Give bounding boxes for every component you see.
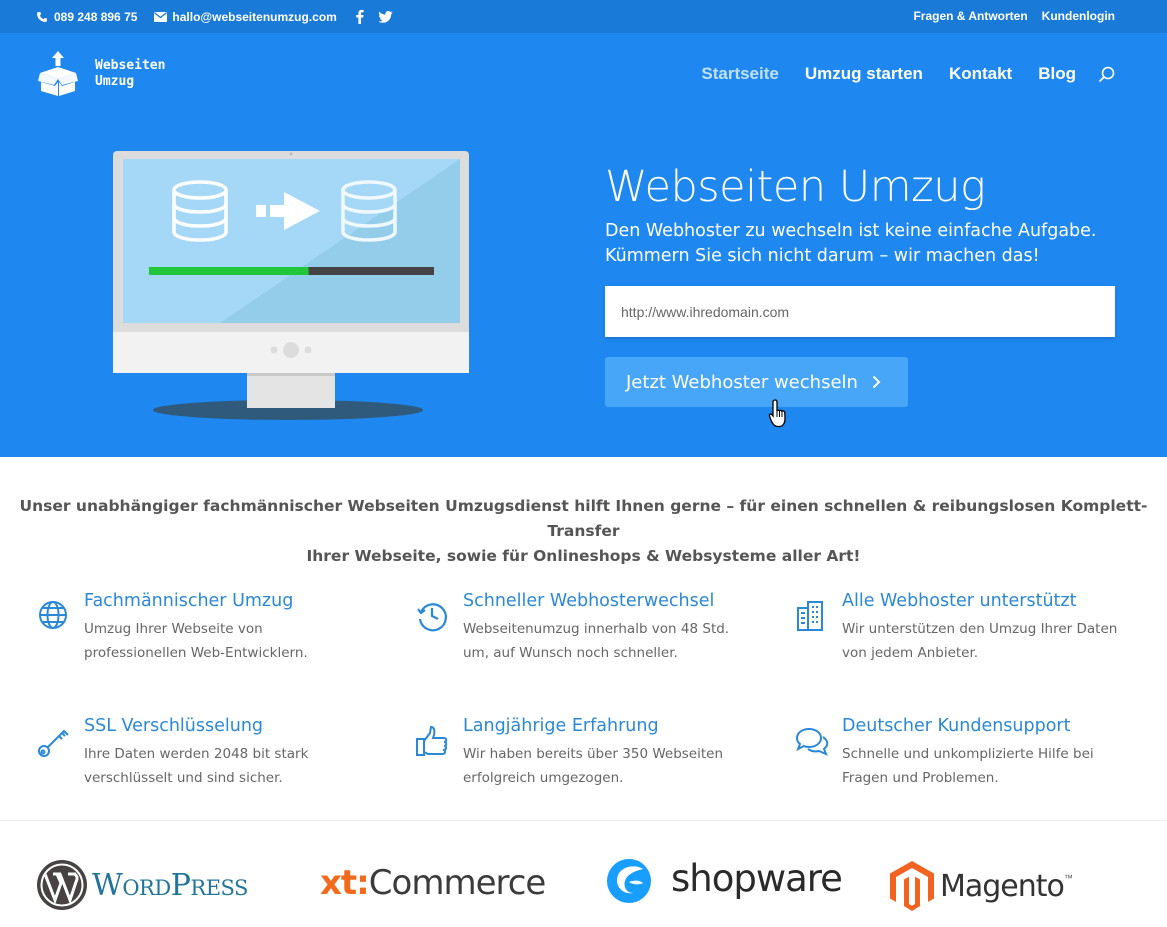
feature-title: Fachmännischer Umzug bbox=[84, 591, 294, 611]
wordpress-wordmark: WordPress bbox=[92, 867, 248, 903]
xtcommerce-logo: xt:Commerce bbox=[320, 863, 547, 903]
moving-box-icon bbox=[38, 51, 78, 96]
feature-desc-line: um, auf Wunsch noch schneller. bbox=[463, 645, 678, 661]
wordpress-logo: WordPress bbox=[36, 859, 248, 911]
hero-subtitle-line-2: Kümmern Sie sich nicht darum – wir mache… bbox=[605, 246, 1040, 266]
feature-desc-line: Umzug Ihrer Webseite von bbox=[84, 621, 263, 637]
magento-logo: Magento ™ bbox=[890, 861, 1073, 911]
shopware-icon bbox=[607, 859, 651, 903]
brand-logos-section: WordPress xt:Commerce shopware Magento ™ bbox=[0, 820, 1167, 927]
logo-line-1: Webseiten bbox=[95, 58, 166, 73]
main-header: Webseiten Umzug Startseite Umzug starten… bbox=[0, 33, 1167, 115]
feature-desc-line: professionellen Web-Entwicklern. bbox=[84, 645, 308, 661]
transfer-progress-fill bbox=[149, 267, 309, 275]
feature-desc-line: Fragen und Problemen. bbox=[842, 770, 999, 786]
chat-icon bbox=[795, 727, 829, 756]
nav-item-umzug-starten[interactable]: Umzug starten bbox=[805, 64, 923, 84]
thumbs-up-icon bbox=[416, 726, 448, 756]
hero-title: Webseiten Umzug bbox=[605, 162, 986, 212]
feature-description: Wir unterstützen den Umzug Ihrer Daten vo… bbox=[842, 617, 1132, 665]
twitter-icon[interactable] bbox=[378, 10, 393, 23]
intro-line-2: Ihrer Webseite, sowie für Onlineshops & … bbox=[306, 547, 861, 565]
wordpress-icon bbox=[37, 860, 87, 910]
feature-title: Alle Webhoster unterstützt bbox=[842, 591, 1077, 611]
phone-icon bbox=[37, 11, 47, 22]
shopware-wordmark: shopware bbox=[671, 856, 843, 900]
magento-icon bbox=[890, 861, 934, 911]
facebook-icon[interactable] bbox=[355, 9, 364, 24]
monitor-illustration bbox=[113, 151, 469, 420]
feature-title: Deutscher Kundensupport bbox=[842, 716, 1071, 736]
top-bar: 089 248 896 75 hallo@webseitenumzug.com … bbox=[0, 0, 1167, 33]
customer-login-link[interactable]: Kundenlogin bbox=[1042, 9, 1115, 23]
nav-item-startseite[interactable]: Startseite bbox=[701, 64, 778, 84]
intro-line-1: Unser unabhängiger fachmännischer Websei… bbox=[19, 497, 1148, 540]
logo-text: Webseiten Umzug bbox=[95, 58, 165, 90]
hero-subtitle: Den Webhoster zu wechseln ist keine einf… bbox=[605, 219, 1097, 269]
feature-description: Schnelle und unkomplizierte Hilfe bei Fra… bbox=[842, 742, 1132, 790]
shopware-logo: shopware bbox=[605, 856, 843, 905]
contact-info: 089 248 896 75 hallo@webseitenumzug.com bbox=[36, 9, 393, 24]
domain-url-input[interactable] bbox=[605, 286, 1115, 337]
faq-link[interactable]: Fragen & Antworten bbox=[913, 9, 1027, 23]
top-links: Fragen & Antworten Kundenlogin bbox=[913, 9, 1115, 23]
feature-title: SSL Verschlüsselung bbox=[84, 716, 264, 736]
email-contact[interactable]: hallo@webseitenumzug.com bbox=[154, 9, 337, 24]
chevron-right-icon bbox=[872, 375, 881, 389]
email-address: hallo@webseitenumzug.com bbox=[172, 9, 337, 24]
key-icon bbox=[38, 729, 69, 757]
xtcommerce-suffix: Commerce bbox=[368, 863, 547, 903]
history-icon bbox=[417, 603, 447, 632]
globe-icon bbox=[39, 601, 67, 629]
feature-desc-line: erfolgreich umgezogen. bbox=[463, 770, 624, 786]
main-nav: Startseite Umzug starten Kontakt Blog bbox=[675, 64, 1115, 84]
hand-cursor-icon bbox=[768, 399, 786, 428]
phone-contact[interactable]: 089 248 896 75 bbox=[36, 10, 137, 24]
building-icon bbox=[797, 601, 823, 631]
site-logo[interactable]: Webseiten Umzug bbox=[38, 51, 165, 97]
hero-subtitle-line-1: Den Webhoster zu wechseln ist keine einf… bbox=[605, 221, 1097, 241]
feature-desc-line: Wir haben bereits über 350 Webseiten bbox=[463, 746, 724, 762]
nav-item-blog[interactable]: Blog bbox=[1038, 64, 1076, 84]
nav-item-kontakt[interactable]: Kontakt bbox=[949, 64, 1012, 84]
magento-wordmark: Magento bbox=[940, 868, 1065, 904]
feature-desc-line: Ihre Daten werden 2048 bit stark bbox=[84, 746, 309, 762]
mail-icon bbox=[154, 11, 168, 22]
switch-hoster-button-label: Jetzt Webhoster wechseln bbox=[626, 371, 858, 393]
feature-desc-line: Wir unterstützen den Umzug Ihrer Daten bbox=[842, 621, 1118, 637]
feature-desc-line: verschlüsselt und sind sicher. bbox=[84, 770, 283, 786]
feature-desc-line: Webseitenumzug innerhalb von 48 Std. bbox=[463, 621, 730, 637]
feature-desc-line: Schnelle und unkomplizierte Hilfe bei bbox=[842, 746, 1094, 762]
search-icon[interactable] bbox=[1098, 66, 1115, 83]
xtcommerce-prefix: xt: bbox=[320, 863, 370, 903]
feature-title: Langjährige Erfahrung bbox=[463, 716, 659, 736]
phone-number: 089 248 896 75 bbox=[54, 9, 138, 24]
feature-description: Webseitenumzug innerhalb von 48 Std. um, … bbox=[463, 617, 753, 665]
feature-title: Schneller Webhosterwechsel bbox=[463, 591, 715, 611]
feature-desc-line: von jedem Anbieter. bbox=[842, 645, 979, 661]
magento-trademark: ™ bbox=[1063, 873, 1073, 883]
feature-description: Umzug Ihrer Webseite von professionellen … bbox=[84, 617, 374, 665]
switch-hoster-button[interactable]: Jetzt Webhoster wechseln bbox=[605, 357, 908, 407]
intro-text: Unser unabhängiger fachmännischer Websei… bbox=[0, 494, 1167, 569]
logo-line-2: Umzug bbox=[95, 74, 135, 89]
feature-description: Ihre Daten werden 2048 bit stark verschlü… bbox=[84, 742, 374, 790]
feature-description: Wir haben bereits über 350 Webseiten erfo… bbox=[463, 742, 753, 790]
